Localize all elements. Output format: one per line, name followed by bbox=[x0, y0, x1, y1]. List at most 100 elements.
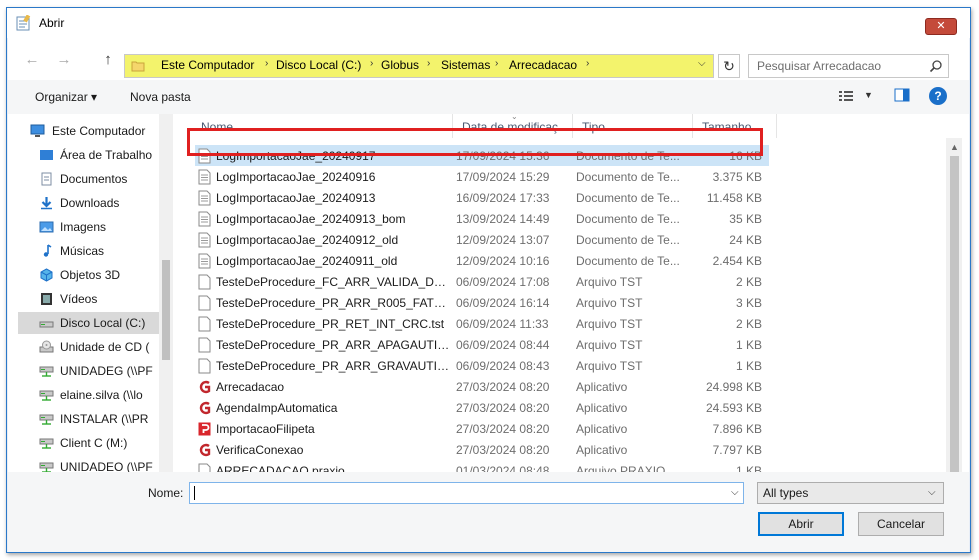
chevron-right-icon[interactable]: › bbox=[370, 58, 373, 69]
globus-app-icon bbox=[198, 379, 211, 395]
file-name-label: Nome: bbox=[148, 486, 184, 500]
sidebar-item[interactable]: Vídeos bbox=[18, 288, 173, 310]
address-bar[interactable]: Este Computador › Disco Local (C:) › Glo… bbox=[124, 54, 714, 78]
chevron-down-icon[interactable]: ⌵ bbox=[731, 487, 739, 498]
file-row[interactable]: LogImportacaoJae_20240913 16/09/2024 17:3… bbox=[195, 187, 769, 208]
objects-3d-icon bbox=[39, 268, 54, 282]
up-button[interactable]: ↑ bbox=[98, 50, 118, 70]
column-header-type[interactable]: Tipo bbox=[576, 114, 692, 138]
file-list: Nome Data de modificaç... ⌄ Tipo Tamanho… bbox=[175, 114, 962, 472]
file-date: 12/09/2024 13:07 bbox=[456, 233, 550, 247]
sidebar-item[interactable]: UNIDADEG (\\PF bbox=[18, 360, 173, 382]
file-type: Aplicativo bbox=[576, 443, 628, 457]
documents-icon bbox=[39, 172, 54, 186]
file-row[interactable]: LogImportacaoJae_20240913_bom 13/09/2024 … bbox=[195, 208, 769, 229]
file-type-select[interactable]: All types ⌵ bbox=[757, 482, 944, 504]
navigation-scrollbar[interactable] bbox=[159, 114, 173, 472]
breadcrumb-globus[interactable]: Globus bbox=[381, 58, 419, 72]
sidebar-item[interactable]: Imagens bbox=[18, 216, 173, 238]
file-name: AgendaImpAutomatica bbox=[216, 401, 338, 415]
help-icon[interactable]: ? bbox=[929, 87, 947, 105]
text-caret bbox=[194, 486, 195, 500]
organize-menu[interactable]: Organizar ▾ bbox=[35, 90, 97, 104]
sidebar-item[interactable]: Disco Local (C:) bbox=[18, 312, 173, 334]
file-name-input[interactable]: ⌵ bbox=[189, 482, 744, 504]
file-row[interactable]: TesteDeProcedure_FC_ARR_VALIDA_DAD... 06/… bbox=[195, 271, 769, 292]
sidebar-item[interactable]: Documentos bbox=[18, 168, 173, 190]
file-name: Arrecadacao bbox=[216, 380, 285, 394]
scroll-up-icon[interactable]: ▲ bbox=[950, 142, 959, 152]
file-row[interactable]: ImportacaoFilipeta 27/03/2024 08:20 Aplica… bbox=[195, 418, 769, 439]
sidebar-item[interactable]: elaine.silva (\\lo bbox=[18, 384, 173, 406]
back-button[interactable]: ← bbox=[22, 50, 42, 70]
file-row[interactable]: LogImportacaoJae_20240916 17/09/2024 15:2… bbox=[195, 166, 769, 187]
chevron-right-icon[interactable]: › bbox=[265, 58, 268, 69]
breadcrumb-computer[interactable]: Este Computador bbox=[161, 58, 254, 72]
preview-pane-icon[interactable] bbox=[894, 88, 910, 102]
column-divider[interactable] bbox=[692, 114, 693, 138]
file-size: 11.458 KB bbox=[706, 191, 762, 205]
details-view-icon[interactable] bbox=[838, 89, 854, 103]
file-row[interactable]: LogImportacaoJae_20240911_old 12/09/2024 … bbox=[195, 250, 769, 271]
file-type: Arquivo TST bbox=[576, 359, 643, 373]
sidebar-item[interactable]: INSTALAR (\\PR bbox=[18, 408, 173, 430]
file-row[interactable]: VerificaConexao 27/03/2024 08:20 Aplicativ… bbox=[195, 439, 769, 460]
chevron-right-icon[interactable]: › bbox=[495, 58, 498, 69]
downloads-icon bbox=[39, 196, 54, 210]
chevron-down-icon[interactable]: ⌵ bbox=[698, 58, 706, 69]
column-divider[interactable] bbox=[776, 114, 777, 138]
search-input[interactable]: Pesquisar Arrecadacao bbox=[748, 54, 949, 78]
column-header-name[interactable]: Nome bbox=[195, 114, 452, 138]
file-row[interactable]: LogImportacaoJae_20240912_old 12/09/2024 … bbox=[195, 229, 769, 250]
sidebar-item[interactable]: Músicas bbox=[18, 240, 173, 262]
file-row[interactable]: TesteDeProcedure_PR_ARR_APAGAUTILI... 06/… bbox=[195, 334, 769, 355]
file-name: ARRECADACAO.praxio bbox=[216, 464, 345, 472]
column-header-name-label: Nome bbox=[201, 120, 234, 134]
file-row[interactable]: TesteDeProcedure_PR_RET_INT_CRC.tst 06/09… bbox=[195, 313, 769, 334]
new-folder-button[interactable]: Nova pasta bbox=[130, 90, 191, 104]
file-size: 3 KB bbox=[735, 296, 762, 310]
file-row[interactable]: Arrecadacao 27/03/2024 08:20 Aplicativo 24.… bbox=[195, 376, 769, 397]
file-row[interactable]: TesteDeProcedure_PR_ARR_R005_FATURL... 06… bbox=[195, 292, 769, 313]
network-drive-icon bbox=[39, 388, 54, 402]
sidebar-item[interactable]: Client C (M:) bbox=[18, 432, 173, 454]
file-row[interactable]: LogImportacaoJae_20240917 17/09/2024 15:3… bbox=[195, 145, 769, 166]
file-row[interactable]: TesteDeProcedure_PR_ARR_GRAVAUTILIZ... 06… bbox=[195, 355, 769, 376]
sidebar-item[interactable]: Área de Trabalho bbox=[18, 144, 173, 166]
cancel-button[interactable]: Cancelar bbox=[858, 512, 944, 536]
text-file-icon bbox=[198, 148, 211, 164]
file-type: Arquivo TST bbox=[576, 338, 643, 352]
open-button[interactable]: Abrir bbox=[758, 512, 844, 536]
sidebar-item[interactable]: Downloads bbox=[18, 192, 173, 214]
videos-icon bbox=[39, 292, 54, 306]
file-date: 01/03/2024 08:48 bbox=[456, 464, 550, 472]
column-header-size[interactable]: Tamanho bbox=[696, 114, 776, 138]
sidebar-item[interactable]: Este Computador bbox=[18, 120, 173, 142]
sidebar-item[interactable]: UNIDADEO (\\PF bbox=[18, 456, 173, 472]
close-button[interactable]: ✕ bbox=[925, 18, 957, 35]
file-type: Arquivo TST bbox=[576, 275, 643, 289]
scrollbar-thumb[interactable] bbox=[162, 260, 170, 360]
file-row[interactable]: ARRECADACAO.praxio 01/03/2024 08:48 Arquiv… bbox=[195, 460, 769, 472]
file-row[interactable]: AgendaImpAutomatica 27/03/2024 08:20 Aplic… bbox=[195, 397, 769, 418]
column-divider[interactable] bbox=[572, 114, 573, 138]
file-date: 27/03/2024 08:20 bbox=[456, 443, 550, 457]
breadcrumb-arrecadacao[interactable]: Arrecadacao bbox=[509, 58, 577, 72]
scrollbar-thumb[interactable] bbox=[950, 156, 959, 482]
breadcrumb-sistemas[interactable]: Sistemas bbox=[441, 58, 490, 72]
breadcrumb-drive[interactable]: Disco Local (C:) bbox=[276, 58, 361, 72]
chevron-right-icon[interactable]: › bbox=[586, 58, 589, 69]
refresh-button[interactable]: ↻ bbox=[718, 54, 740, 78]
column-divider[interactable] bbox=[452, 114, 453, 138]
sidebar-item[interactable]: Unidade de CD ( bbox=[18, 336, 173, 358]
file-list-scrollbar[interactable]: ▲ ▼ bbox=[946, 138, 962, 492]
file-name: TesteDeProcedure_PR_ARR_R005_FATURL... bbox=[216, 296, 451, 310]
view-options-dropdown[interactable]: ▼ bbox=[864, 90, 873, 100]
column-header-date-label: Data de modificaç... bbox=[462, 120, 569, 134]
network-drive-icon bbox=[39, 436, 54, 450]
sidebar-item[interactable]: Objetos 3D bbox=[18, 264, 173, 286]
file-name: LogImportacaoJae_20240913_bom bbox=[216, 212, 406, 226]
forward-button[interactable]: → bbox=[54, 50, 74, 70]
chevron-right-icon[interactable]: › bbox=[427, 58, 430, 69]
sidebar-item-label: Área de Trabalho bbox=[60, 148, 153, 162]
